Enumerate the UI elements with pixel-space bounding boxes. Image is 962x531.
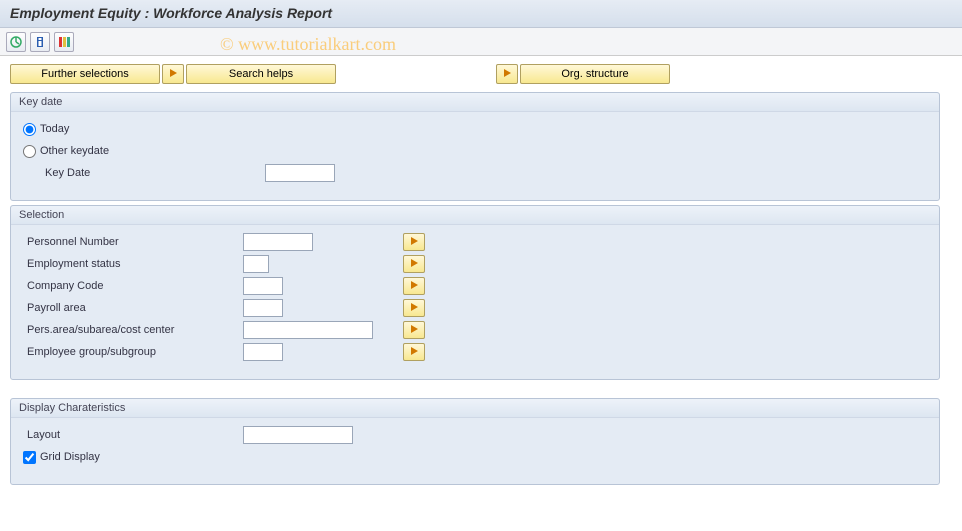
multi-select-pers-area[interactable] — [403, 321, 425, 339]
label-company-code: Company Code — [23, 280, 243, 292]
label-keydate: Key Date — [23, 167, 265, 179]
label-personnel-number: Personnel Number — [23, 236, 243, 248]
input-keydate[interactable] — [265, 164, 335, 182]
input-company-code[interactable] — [243, 277, 283, 295]
search-helps-arrow-icon[interactable] — [162, 64, 184, 84]
info-icon[interactable] — [30, 32, 50, 52]
radio-other-keydate-label: Other keydate — [40, 145, 109, 157]
group-display: Display Charateristics Layout Grid Displ… — [10, 398, 940, 485]
group-keydate: Key date Today Other keydate Key Date — [10, 92, 940, 201]
checkbox-grid-display-label: Grid Display — [40, 451, 100, 463]
radio-other-keydate[interactable] — [23, 145, 36, 158]
label-payroll-area: Payroll area — [23, 302, 243, 314]
radio-today[interactable] — [23, 123, 36, 136]
org-structure-button[interactable]: Org. structure — [520, 64, 670, 84]
multi-select-employee-group[interactable] — [403, 343, 425, 361]
radio-today-label: Today — [40, 123, 69, 135]
label-employment-status: Employment status — [23, 258, 243, 270]
group-selection: Selection Personnel Number Employment st… — [10, 205, 940, 380]
search-helps-button[interactable]: Search helps — [186, 64, 336, 84]
group-selection-title: Selection — [11, 206, 939, 225]
org-structure-arrow-icon[interactable] — [496, 64, 518, 84]
label-employee-group: Employee group/subgroup — [23, 346, 243, 358]
multi-select-personnel-number[interactable] — [403, 233, 425, 251]
execute-icon[interactable] — [6, 32, 26, 52]
label-layout: Layout — [23, 429, 243, 441]
multi-select-employment-status[interactable] — [403, 255, 425, 273]
group-display-title: Display Charateristics — [11, 399, 939, 418]
checkbox-grid-display[interactable] — [23, 451, 36, 464]
selection-button-row: Further selections Search helps Org. str… — [0, 56, 962, 88]
input-personnel-number[interactable] — [243, 233, 313, 251]
input-employment-status[interactable] — [243, 255, 269, 273]
group-keydate-title: Key date — [11, 93, 939, 112]
multi-select-payroll-area[interactable] — [403, 299, 425, 317]
input-pers-area[interactable] — [243, 321, 373, 339]
further-selections-button[interactable]: Further selections — [10, 64, 160, 84]
application-toolbar — [0, 28, 962, 56]
variant-icon[interactable] — [54, 32, 74, 52]
input-layout[interactable] — [243, 426, 353, 444]
input-employee-group[interactable] — [243, 343, 283, 361]
page-title: Employment Equity : Workforce Analysis R… — [0, 0, 962, 28]
multi-select-company-code[interactable] — [403, 277, 425, 295]
input-payroll-area[interactable] — [243, 299, 283, 317]
label-pers-area: Pers.area/subarea/cost center — [23, 324, 243, 336]
